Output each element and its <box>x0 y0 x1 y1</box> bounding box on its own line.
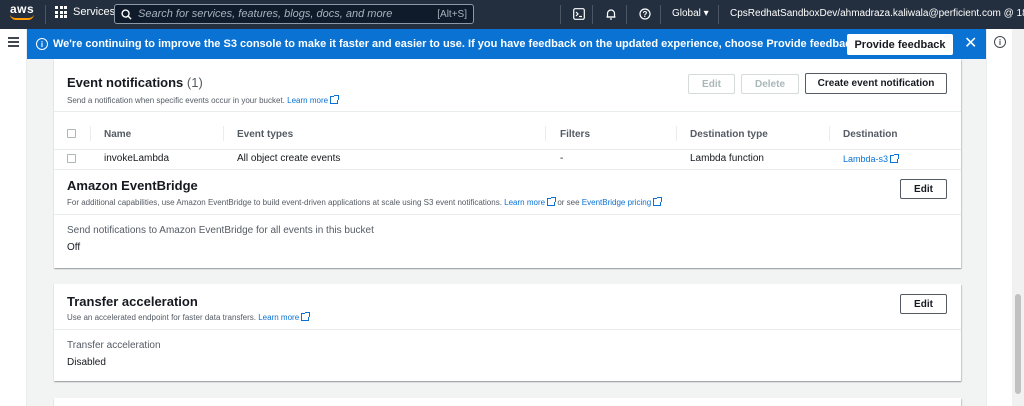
bell-icon[interactable] <box>603 6 619 22</box>
setting-value: Off <box>67 242 81 253</box>
divider <box>90 126 91 141</box>
or-see-text: or see <box>557 198 580 207</box>
divider <box>660 5 661 24</box>
external-link-icon <box>653 197 663 206</box>
external-link-icon <box>330 95 340 104</box>
divider <box>54 111 961 112</box>
divider <box>45 5 46 24</box>
transfer-acceleration-title: Transfer acceleration <box>67 294 198 309</box>
services-label: Services <box>73 6 116 18</box>
notification-count: (1) <box>186 75 203 90</box>
search-shortcut: [Alt+S] <box>437 8 467 20</box>
feedback-banner: i We're continuing to improve the S3 con… <box>27 29 986 59</box>
learn-more-link[interactable]: Learn more <box>258 313 299 322</box>
svg-text:?: ? <box>643 10 648 19</box>
divider <box>829 126 830 141</box>
divider <box>676 126 677 141</box>
divider <box>560 5 561 24</box>
info-icon: i <box>36 38 48 50</box>
divider <box>223 126 224 141</box>
transfer-acceleration-panel: Transfer acceleration Use an accelerated… <box>54 284 961 381</box>
divider <box>54 169 961 170</box>
external-link-icon <box>890 154 900 163</box>
divider <box>54 329 961 330</box>
cell-filters: - <box>560 153 564 164</box>
learn-more-link[interactable]: Learn more <box>504 198 545 207</box>
description-text: Send a notification when specific events… <box>67 96 285 105</box>
top-navigation: aws Services Search for services, featur… <box>0 0 1024 29</box>
section-title: Event notifications (1) <box>67 75 203 90</box>
cloudshell-icon[interactable] <box>571 6 587 22</box>
column-header-filters[interactable]: Filters <box>560 129 590 140</box>
account-menu[interactable]: CpsRedhatSandboxDev/ahmadraza.kaliwala@p… <box>730 8 1024 19</box>
menu-icon[interactable] <box>8 37 19 49</box>
help-icon[interactable]: ? <box>637 6 653 22</box>
column-header-destination-type[interactable]: Destination type <box>690 129 768 140</box>
divider <box>626 5 627 24</box>
row-checkbox[interactable] <box>67 154 76 163</box>
external-link-icon <box>301 312 311 321</box>
aws-logo[interactable]: aws <box>10 3 40 25</box>
destination-link[interactable]: Lambda-s3 <box>843 154 888 164</box>
create-event-notification-button[interactable]: Create event notification <box>805 73 947 94</box>
external-link-icon <box>547 197 557 206</box>
grid-icon <box>55 6 67 18</box>
column-header-destination[interactable]: Destination <box>843 129 897 140</box>
right-rail: i <box>986 29 1012 406</box>
info-icon[interactable]: i <box>994 36 1006 48</box>
aws-logo-text: aws <box>10 2 35 16</box>
edit-button[interactable]: Edit <box>900 294 947 314</box>
event-notifications-panel: Event notifications (1) Send a notificat… <box>54 59 961 268</box>
delete-button[interactable]: Delete <box>741 74 799 94</box>
cell-event-types: All object create events <box>237 153 341 164</box>
divider <box>54 214 961 215</box>
section-description: Use an accelerated endpoint for faster d… <box>67 312 311 322</box>
eventbridge-description: For additional capabilities, use Amazon … <box>67 197 663 207</box>
divider <box>545 126 546 141</box>
setting-label: Transfer acceleration <box>67 340 161 351</box>
learn-more-link[interactable]: Learn more <box>287 96 328 105</box>
column-header-name[interactable]: Name <box>104 129 131 140</box>
banner-message: We're continuing to improve the S3 conso… <box>53 38 764 50</box>
setting-value: Disabled <box>67 357 106 368</box>
search-placeholder: Search for services, features, blogs, do… <box>138 8 393 20</box>
select-all-checkbox[interactable] <box>67 129 76 138</box>
eventbridge-pricing-link[interactable]: EventBridge pricing <box>582 198 651 207</box>
close-icon[interactable]: ✕ <box>964 35 977 53</box>
setting-label: Send notifications to Amazon EventBridge… <box>67 225 374 236</box>
edit-button[interactable]: Edit <box>688 74 735 94</box>
scrollbar-thumb[interactable] <box>1015 294 1021 394</box>
eventbridge-description-text: For additional capabilities, use Amazon … <box>67 198 502 207</box>
provide-feedback-button[interactable]: Provide feedback <box>847 34 953 55</box>
edit-button[interactable]: Edit <box>900 179 947 199</box>
divider <box>592 5 593 24</box>
search-input[interactable]: Search for services, features, blogs, do… <box>114 4 474 24</box>
column-header-event-types[interactable]: Event types <box>237 129 293 140</box>
scrollbar[interactable] <box>1012 29 1024 406</box>
next-panel <box>54 398 961 406</box>
search-icon <box>121 8 132 20</box>
event-notifications-title: Event notifications <box>67 75 184 90</box>
eventbridge-title: Amazon EventBridge <box>67 178 198 193</box>
region-selector[interactable]: Global ▾ <box>672 8 709 19</box>
services-menu-button[interactable]: Services <box>55 6 115 18</box>
left-rail <box>0 29 27 406</box>
divider <box>54 149 961 150</box>
cell-name: invokeLambda <box>104 153 170 164</box>
divider <box>718 5 719 24</box>
banner-text: We're continuing to improve the S3 conso… <box>53 38 860 50</box>
cell-destination-type: Lambda function <box>690 153 764 164</box>
section-description: Send a notification when specific events… <box>67 95 340 105</box>
description-text: Use an accelerated endpoint for faster d… <box>67 313 256 322</box>
cell-destination: Lambda-s3 <box>843 154 900 164</box>
